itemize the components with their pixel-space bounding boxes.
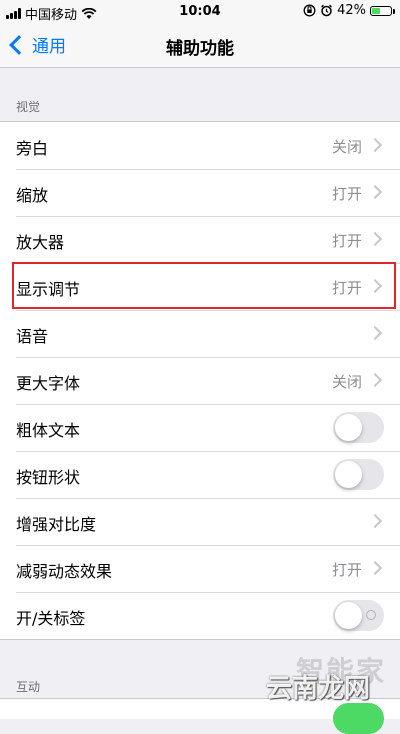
partial-toggle-on[interactable] xyxy=(333,703,384,734)
battery-percent: 42% xyxy=(337,3,366,18)
button-shapes-toggle[interactable] xyxy=(333,459,384,490)
row-label: 旁白 xyxy=(16,139,49,158)
section-header-interaction: 互动 xyxy=(16,680,41,694)
off-label-circle-icon xyxy=(366,610,376,620)
status-right: 42% xyxy=(303,3,395,18)
chevron-right-icon xyxy=(367,325,383,341)
row-reduce-motion[interactable]: 减弱动态效果 打开 xyxy=(0,545,400,592)
on-off-labels-toggle[interactable] xyxy=(333,600,384,631)
row-value: 打开 xyxy=(331,561,362,579)
row-label: 按钮形状 xyxy=(16,468,81,487)
highlight-box xyxy=(12,262,396,309)
alarm-icon xyxy=(321,4,333,17)
toggle-knob xyxy=(335,461,362,488)
page-title: 辅助功能 xyxy=(166,39,234,59)
chevron-right-icon xyxy=(367,560,383,576)
row-voiceover[interactable]: 旁白 关闭 xyxy=(0,122,400,169)
row-label: 放大器 xyxy=(16,233,65,252)
row-magnifier[interactable]: 放大器 打开 xyxy=(0,216,400,263)
row-value: 关闭 xyxy=(331,373,362,391)
row-label: 粗体文本 xyxy=(16,421,81,440)
row-label: 更大字体 xyxy=(16,374,81,393)
row-increase-contrast[interactable]: 增强对比度 xyxy=(0,498,400,545)
chevron-right-icon xyxy=(367,137,383,153)
battery-cap xyxy=(393,8,395,14)
battery-icon xyxy=(370,5,395,16)
chevron-right-icon xyxy=(367,513,383,529)
row-label: 增强对比度 xyxy=(16,515,97,534)
toggle-knob xyxy=(335,602,362,629)
chevron-right-icon xyxy=(367,372,383,388)
row-button-shapes: 按钮形状 xyxy=(0,451,400,498)
navigation-bar: 通用 辅助功能 xyxy=(0,24,400,68)
bold-text-toggle[interactable] xyxy=(333,412,384,443)
row-bold-text: 粗体文本 xyxy=(0,404,400,451)
chevron-right-icon xyxy=(367,231,383,247)
battery-fill xyxy=(372,7,380,14)
row-value: 关闭 xyxy=(331,138,362,156)
row-label: 语音 xyxy=(16,327,49,346)
row-value: 打开 xyxy=(331,232,362,250)
row-label: 减弱动态效果 xyxy=(16,562,113,581)
chevron-right-icon xyxy=(367,184,383,200)
row-label: 开/关标签 xyxy=(16,609,86,628)
row-value: 打开 xyxy=(331,185,362,203)
settings-list-vision: 旁白 关闭 缩放 打开 放大器 打开 显示调节 打开 语音 更大字体 关闭 粗体… xyxy=(0,121,400,640)
section-header-vision: 视觉 xyxy=(16,100,41,114)
orientation-lock-icon xyxy=(303,4,316,17)
row-on-off-labels: 开/关标签 xyxy=(0,592,400,639)
status-bar: 中国移动 10:04 42% xyxy=(0,0,400,24)
row-label: 缩放 xyxy=(16,186,49,205)
row-zoom[interactable]: 缩放 打开 xyxy=(0,169,400,216)
toggle-knob xyxy=(335,414,362,441)
watermark-logo-text: 云南龙网 xyxy=(265,674,370,704)
row-speech[interactable]: 语音 xyxy=(0,310,400,357)
row-larger-text[interactable]: 更大字体 关闭 xyxy=(0,357,400,404)
